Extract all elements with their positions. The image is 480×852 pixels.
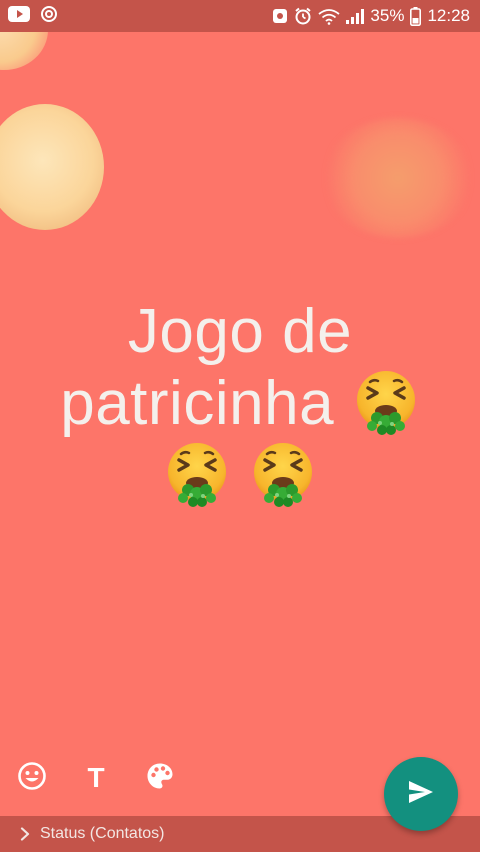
battery-percent: 35% <box>370 6 405 25</box>
wifi-icon <box>318 7 340 25</box>
background-color-button[interactable] <box>144 762 176 794</box>
status-text-line-3 <box>20 440 460 512</box>
emoji-icon <box>17 761 47 795</box>
signal-icon <box>346 8 365 24</box>
status-bar-left <box>8 5 58 28</box>
bokeh-blob-right <box>322 118 474 238</box>
status-bar-right: 35% 12:28 <box>272 5 470 27</box>
notification-icon <box>272 7 288 25</box>
text-icon: T <box>87 762 105 793</box>
youtube-icon <box>8 5 30 27</box>
bokeh-blob-left <box>0 104 104 230</box>
send-button[interactable] <box>384 757 458 831</box>
nauseated-emoji-icon <box>352 368 420 436</box>
status-text-line-2: patricinha <box>20 368 460 440</box>
emoji-button[interactable] <box>16 762 48 794</box>
status-text-line-2-text: patricinha <box>60 369 335 438</box>
status-text-line-1-text: Jogo de <box>127 297 353 366</box>
palette-icon <box>145 761 175 795</box>
text-style-button[interactable]: T <box>80 762 112 794</box>
recipients-label: Status (Contatos) <box>40 825 165 842</box>
alarm-icon <box>294 7 312 25</box>
sync-icon <box>40 5 58 28</box>
clock-time: 12:28 <box>427 6 470 25</box>
send-icon <box>407 779 435 809</box>
status-composer-screen: 35% 12:28 Jogo de patricinha T Status (C… <box>0 0 480 852</box>
nauseated-emoji-icon <box>249 440 317 508</box>
status-text-editor[interactable]: Jogo de patricinha <box>20 296 460 512</box>
nauseated-emoji-icon <box>163 440 231 508</box>
system-status-bar: 35% 12:28 <box>0 0 480 32</box>
chevron-right-icon <box>20 827 30 841</box>
status-text-line-1: Jogo de <box>20 296 460 368</box>
battery-icon <box>410 6 422 26</box>
